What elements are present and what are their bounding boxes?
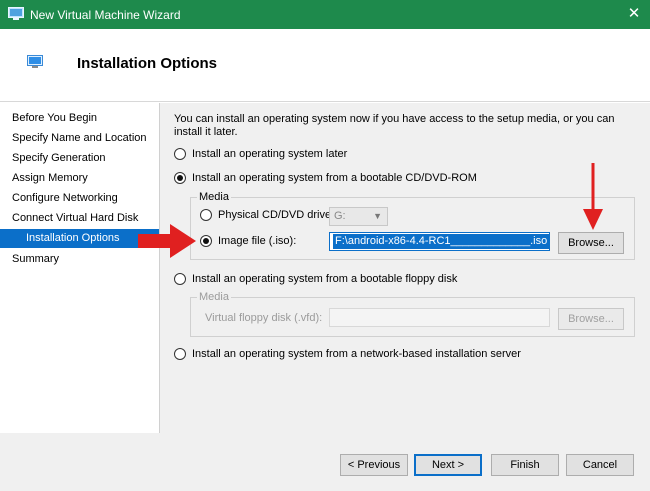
floppy-disk-input[interactable] [329, 308, 550, 327]
radio-physical-drive[interactable] [200, 209, 212, 221]
radio-install-floppy[interactable] [174, 273, 186, 285]
nav-item-specify-name-location[interactable]: Specify Name and Location [0, 129, 159, 148]
wizard-header: Installation Options [0, 29, 650, 102]
option-install-network[interactable]: Install an operating system from a netwo… [174, 348, 521, 360]
image-file-label: Image file (.iso): [218, 235, 297, 247]
browse-button[interactable]: Browse... [558, 232, 624, 254]
wizard-steps-nav: Before You Begin Specify Name and Locati… [0, 103, 159, 433]
radio-install-network[interactable] [174, 348, 186, 360]
physical-drive-label: Physical CD/DVD drive: [218, 209, 335, 221]
option-install-later-label: Install an operating system later [192, 148, 348, 160]
nav-item-connect-virtual-hard-disk[interactable]: Connect Virtual Hard Disk [0, 209, 159, 228]
radio-install-later[interactable] [174, 148, 186, 160]
nav-item-specify-generation[interactable]: Specify Generation [0, 149, 159, 168]
hyper-v-app-icon [8, 7, 24, 20]
image-file-value: F:\android-x86-4.4-RC1_____________.iso [333, 234, 549, 249]
nav-item-installation-options[interactable]: Installation Options [0, 229, 159, 248]
option-install-network-label: Install an operating system from a netwo… [192, 348, 521, 360]
previous-button[interactable]: < Previous [340, 454, 408, 476]
floppy-disk-label: Virtual floppy disk (.vfd): [205, 312, 323, 324]
arrow-right-annotation-icon [138, 224, 196, 258]
monitor-icon [27, 55, 43, 68]
option-install-dvd[interactable]: Install an operating system from a boota… [174, 172, 477, 184]
nav-item-before-you-begin[interactable]: Before You Begin [0, 109, 159, 128]
next-button[interactable]: Next > [414, 454, 482, 476]
nav-item-assign-memory[interactable]: Assign Memory [0, 169, 159, 188]
window-title: New Virtual Machine Wizard [30, 8, 181, 22]
option-install-dvd-label: Install an operating system from a boota… [192, 172, 477, 184]
option-physical-drive[interactable]: Physical CD/DVD drive: [200, 209, 334, 221]
main-content: You can install an operating system now … [160, 103, 650, 433]
radio-image-file[interactable] [200, 235, 212, 247]
radio-install-dvd[interactable] [174, 172, 186, 184]
arrow-down-annotation-icon [583, 163, 603, 230]
floppy-browse-button[interactable]: Browse... [558, 308, 624, 330]
finish-button[interactable]: Finish [491, 454, 559, 476]
option-image-file[interactable]: Image file (.iso): [200, 235, 296, 247]
chevron-down-icon: ▼ [373, 211, 382, 221]
page-title: Installation Options [77, 55, 218, 72]
option-install-floppy-label: Install an operating system from a boota… [192, 273, 458, 285]
title-bar: New Virtual Machine Wizard ✕ [0, 0, 650, 29]
close-icon[interactable]: ✕ [618, 0, 650, 29]
image-file-input[interactable]: F:\android-x86-4.4-RC1_____________.iso [329, 232, 550, 251]
option-install-later[interactable]: Install an operating system later [174, 148, 347, 160]
cancel-button[interactable]: Cancel [566, 454, 634, 476]
media-group-label: Media [197, 191, 231, 203]
nav-item-summary[interactable]: Summary [0, 250, 159, 269]
nav-item-configure-networking[interactable]: Configure Networking [0, 189, 159, 208]
physical-drive-value: G: [334, 210, 346, 222]
floppy-media-group-label: Media [197, 291, 231, 303]
intro-text: You can install an operating system now … [174, 113, 615, 138]
physical-drive-select[interactable]: G: ▼ [329, 207, 388, 226]
option-install-floppy[interactable]: Install an operating system from a boota… [174, 273, 457, 285]
wizard-footer: < Previous Next > Finish Cancel [0, 433, 650, 491]
